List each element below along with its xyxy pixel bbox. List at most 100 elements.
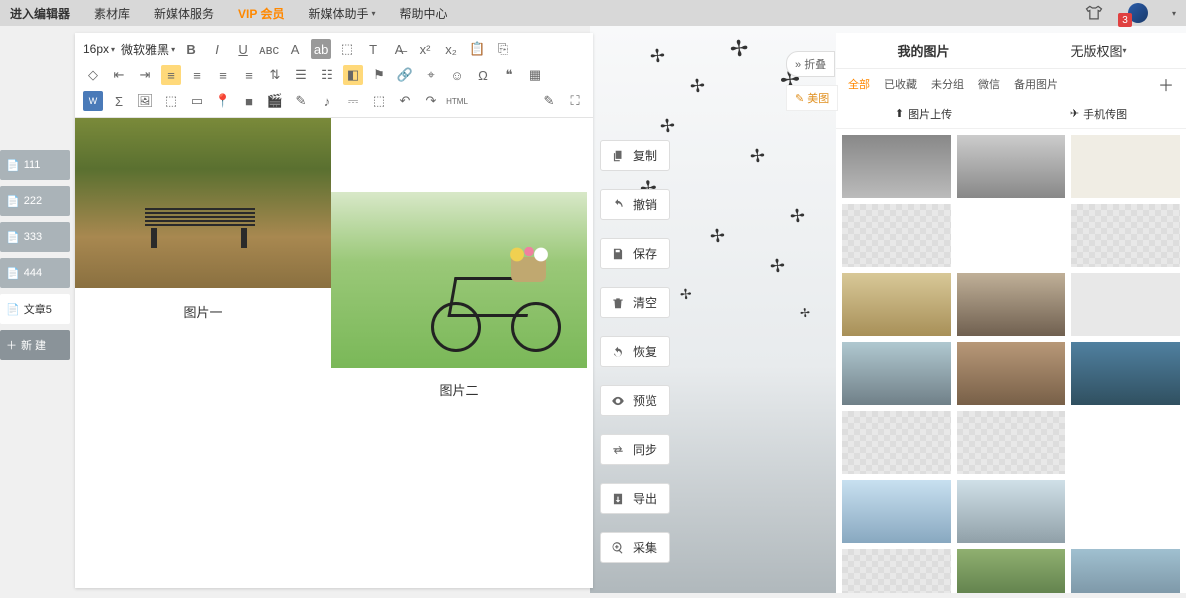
quote-button[interactable]: ❝	[499, 65, 519, 85]
add-group-button[interactable]: ＋	[1152, 72, 1180, 96]
format-painter-button[interactable]: T	[363, 39, 383, 59]
gallery-thumb[interactable]	[842, 273, 951, 336]
gallery-thumb[interactable]	[957, 411, 1066, 474]
list-ul-button[interactable]: ☰	[291, 65, 311, 85]
align-left-button[interactable]: ≡	[161, 65, 181, 85]
fold-button[interactable]: » 折叠	[786, 51, 835, 77]
align-right-button[interactable]: ≡	[213, 65, 233, 85]
gallery-thumb[interactable]	[842, 480, 951, 543]
subscript-button[interactable]: x₂	[441, 39, 461, 59]
image-button[interactable]: 🖼	[135, 91, 155, 111]
preview-button[interactable]: 预览	[600, 385, 670, 416]
filter-fav[interactable]: 已收藏	[878, 74, 923, 94]
font-color-button[interactable]: A	[285, 39, 305, 59]
user-avatar[interactable]: 3	[1128, 3, 1148, 23]
filter-backup[interactable]: 备用图片	[1008, 74, 1064, 94]
dock-doc-article5[interactable]: 📄 文章5	[0, 294, 70, 324]
upload-button[interactable]: ⬆ 图片上传	[895, 106, 952, 122]
clear-button[interactable]: 清空	[600, 287, 670, 318]
material-lib-link[interactable]: 素材库	[94, 5, 130, 22]
link-button[interactable]: 🔗	[395, 65, 415, 85]
gallery-button[interactable]: ⬚	[161, 91, 181, 111]
text-effect-button[interactable]: A̶	[389, 39, 409, 59]
superscript-button[interactable]: x²	[415, 39, 435, 59]
tab-my-images[interactable]: 我的图片	[836, 33, 1011, 68]
gallery-thumb[interactable]	[957, 273, 1066, 336]
beauty-button[interactable]: ✎ 美图	[786, 85, 838, 111]
indent-in-button[interactable]: ⇥	[135, 65, 155, 85]
gallery-thumb[interactable]	[842, 411, 951, 474]
gallery-thumb[interactable]	[957, 549, 1066, 593]
dock-doc-333[interactable]: 📄 333	[0, 222, 70, 252]
dock-new-button[interactable]: ＋ 新 建	[0, 330, 70, 360]
indent-out-button[interactable]: ⇤	[109, 65, 129, 85]
table-button[interactable]: ▦	[525, 65, 545, 85]
gallery-thumb[interactable]	[957, 135, 1066, 198]
formula-button[interactable]: Σ	[109, 91, 129, 111]
canvas-image-1[interactable]	[75, 118, 331, 288]
filter-ungrouped[interactable]: 未分组	[925, 74, 970, 94]
mobile-upload-button[interactable]: ✈ 手机传图	[1070, 106, 1127, 122]
gallery-thumb[interactable]	[842, 549, 951, 593]
strike-button[interactable]: ᴀʙᴄ	[259, 39, 279, 59]
gallery-thumb[interactable]	[1071, 204, 1180, 267]
bg-color-button[interactable]: ab	[311, 39, 331, 59]
emoji-button[interactable]: ☺	[447, 65, 467, 85]
eraser-button[interactable]: ◇	[83, 65, 103, 85]
editor-canvas[interactable]: 图片一 图片二	[75, 118, 593, 598]
dock-doc-222[interactable]: 📄 222	[0, 186, 70, 216]
gallery-thumb[interactable]	[1071, 135, 1180, 198]
italic-button[interactable]: I	[207, 39, 227, 59]
restore-button[interactable]: 恢复	[600, 336, 670, 367]
user-menu-caret[interactable]: ▾	[1172, 9, 1176, 18]
paste-button[interactable]: 📋	[467, 39, 487, 59]
card-button[interactable]: ▭	[187, 91, 207, 111]
brush-button[interactable]: ✎	[291, 91, 311, 111]
filter-all[interactable]: 全部	[842, 74, 876, 94]
gallery-thumb[interactable]	[957, 480, 1066, 543]
gallery-thumb[interactable]	[1071, 273, 1180, 336]
enter-editor-link[interactable]: 进入编辑器	[10, 5, 70, 22]
redo-button[interactable]: ↷	[421, 91, 441, 111]
highlight-button[interactable]: ◧	[343, 65, 363, 85]
canvas-image-2[interactable]	[331, 192, 587, 368]
symbol-button[interactable]: Ω	[473, 65, 493, 85]
gallery-thumb[interactable]	[1071, 480, 1180, 543]
export-button[interactable]: 导出	[600, 483, 670, 514]
flag-button[interactable]: ⚑	[369, 65, 389, 85]
align-justify-button[interactable]: ≡	[239, 65, 259, 85]
gallery-thumb[interactable]	[957, 204, 1066, 267]
video-button[interactable]: ■	[239, 91, 259, 111]
gallery-thumb[interactable]	[1071, 549, 1180, 593]
line-height-button[interactable]: ⇅	[265, 65, 285, 85]
gallery-thumb[interactable]	[842, 135, 951, 198]
html-button[interactable]: HTML	[447, 91, 467, 111]
audio-button[interactable]: 🎬	[265, 91, 285, 111]
attach-button[interactable]: ⬚	[369, 91, 389, 111]
tab-free-images[interactable]: 无版权图 ▾	[1011, 33, 1186, 68]
help-link[interactable]: 帮助中心	[400, 5, 448, 22]
assistant-link[interactable]: 新媒体助手▾	[309, 5, 376, 22]
edit-mode-button[interactable]: ✎	[539, 91, 559, 111]
gallery-thumb[interactable]	[842, 204, 951, 267]
font-family-select[interactable]: 微软雅黑▾	[121, 41, 175, 58]
anchor-button[interactable]: ⌖	[421, 65, 441, 85]
underline-button[interactable]: U	[233, 39, 253, 59]
gallery-thumb[interactable]	[1071, 411, 1180, 474]
vip-link[interactable]: VIP 会员	[238, 5, 284, 22]
dock-doc-444[interactable]: 📄 444	[0, 258, 70, 288]
gallery-thumb[interactable]	[1071, 342, 1180, 405]
fullscreen-button[interactable]: ⛶	[565, 91, 585, 111]
undo-button[interactable]: ↶	[395, 91, 415, 111]
copy-button[interactable]: 复制	[600, 140, 670, 171]
save-button[interactable]: 保存	[600, 238, 670, 269]
theme-shirt-icon[interactable]	[1084, 3, 1104, 23]
new-page-button[interactable]: ⎘	[493, 39, 513, 59]
sync-button[interactable]: 同步	[600, 434, 670, 465]
collect-button[interactable]: 采集	[600, 532, 670, 563]
gallery-thumb[interactable]	[842, 342, 951, 405]
list-ol-button[interactable]: ☷	[317, 65, 337, 85]
dock-doc-111[interactable]: 📄 111	[0, 150, 70, 180]
align-center-button[interactable]: ≡	[187, 65, 207, 85]
filter-wechat[interactable]: 微信	[972, 74, 1006, 94]
